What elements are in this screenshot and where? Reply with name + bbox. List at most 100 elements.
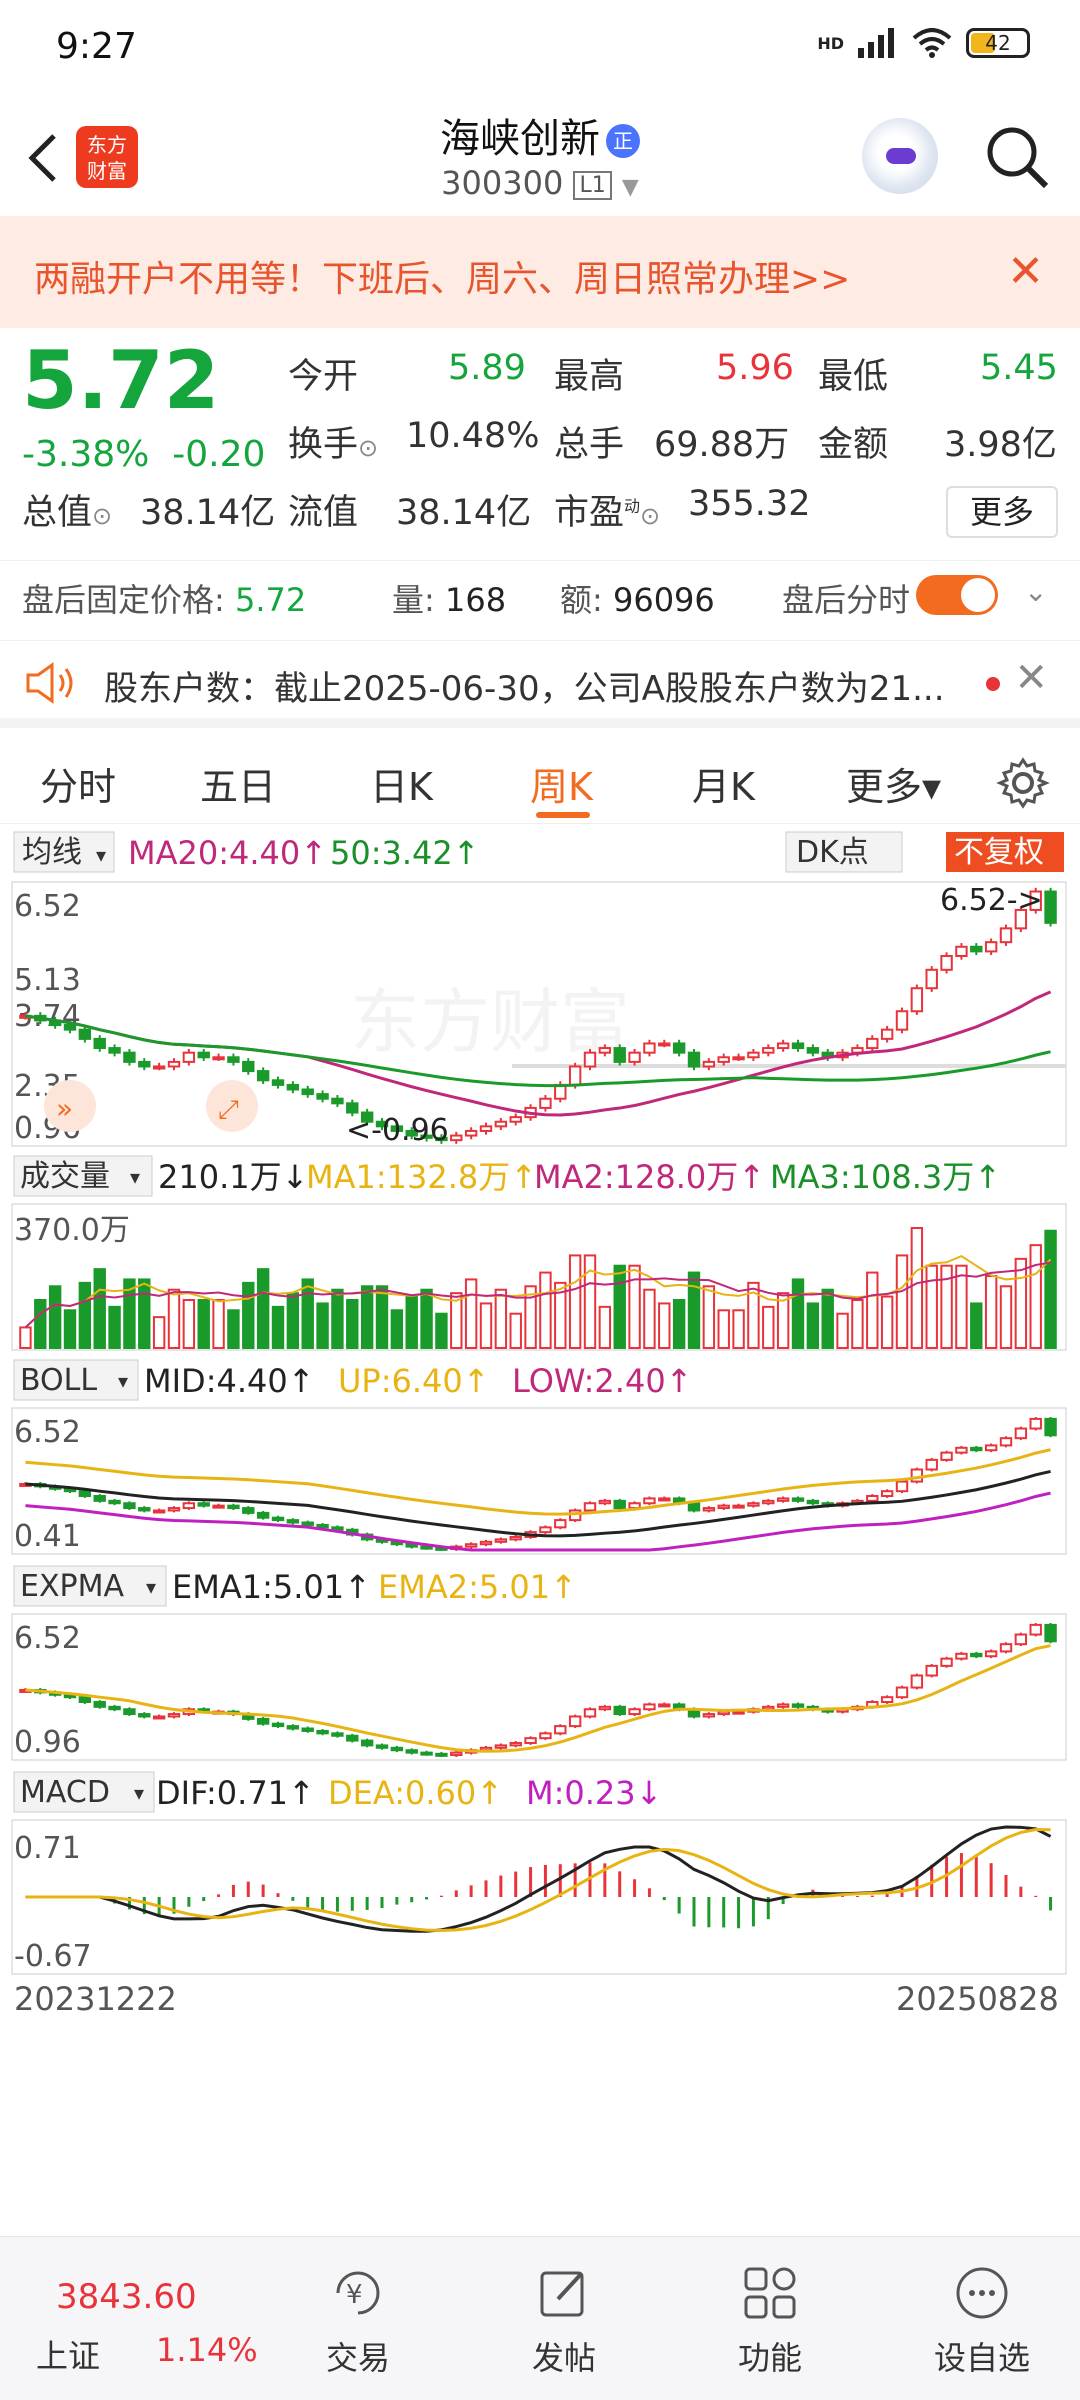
zheng-badge: 正	[606, 124, 640, 158]
vol-ma2: MA2:128.0万↑	[534, 1158, 765, 1196]
candle-body	[925, 968, 938, 990]
volume-bar	[48, 1285, 62, 1349]
volume-bar	[405, 1295, 418, 1350]
index-pct[interactable]: 1.14%	[156, 2331, 258, 2369]
last-price: 5.72	[22, 334, 220, 427]
index-value[interactable]: 3843.60	[56, 2277, 197, 2317]
robot-avatar[interactable]	[862, 118, 938, 194]
volume-bar	[583, 1254, 597, 1349]
kline-chart[interactable]: 均线 ▾ MA20:4.40↑ 50:3.42↑ DK点 不复权 东方财富 6.…	[0, 826, 1080, 2206]
banner-text[interactable]: 两融开户不用等！下班后、周六、周日照常办理>>	[34, 250, 850, 302]
macd-y-top: 0.71	[14, 1831, 81, 1866]
tab-more[interactable]: 更多▾	[846, 756, 941, 811]
expma-y-top: 6.52	[14, 1621, 81, 1656]
volume-bar	[836, 1312, 849, 1350]
candle-body	[301, 1088, 314, 1096]
candle-body	[658, 1703, 671, 1708]
amount-label: 金额	[818, 425, 889, 465]
wifi-icon	[912, 28, 952, 58]
candle-body	[108, 1705, 121, 1711]
ma-select[interactable]: 均线	[22, 835, 82, 870]
volume-bar	[227, 1309, 240, 1349]
volume-bar	[242, 1281, 255, 1350]
candle-body	[940, 954, 953, 971]
volume-bar	[108, 1305, 121, 1350]
unread-dot	[986, 677, 1000, 691]
tab-intraday[interactable]: 分时	[40, 756, 116, 811]
candle-body	[598, 1047, 612, 1054]
volume-bar	[93, 1268, 106, 1349]
volume-bar	[182, 1299, 196, 1349]
expma-select[interactable]: EXPMA	[20, 1569, 124, 1604]
vol-select[interactable]: 成交量	[20, 1159, 110, 1194]
candle-body	[167, 1507, 181, 1512]
open-label: 今开	[288, 357, 359, 397]
candle-body	[182, 1051, 196, 1063]
volume-bar	[628, 1264, 641, 1350]
tab-daily-k[interactable]: 日K	[370, 756, 433, 811]
promo-banner[interactable]: 两融开户不用等！下班后、周六、周日照常办理>> ✕	[0, 216, 1080, 328]
candle-body	[895, 1010, 909, 1031]
volume-bar	[301, 1278, 314, 1349]
volume-bar	[420, 1288, 433, 1350]
tab-weekly-k[interactable]: 周K	[530, 756, 593, 811]
mcap-value: 38.14亿	[140, 493, 276, 533]
candle-body	[539, 1526, 552, 1534]
volume-bar	[984, 1275, 998, 1349]
candle-body	[940, 1451, 953, 1461]
candle-body	[108, 1047, 121, 1054]
candle-body	[940, 1657, 953, 1667]
candle-body	[78, 1696, 92, 1704]
notice-text[interactable]: 股东户数：截止2025-06-30，公司A股股东户数为21...	[104, 661, 964, 710]
candle-body	[717, 1504, 730, 1510]
candle-body	[316, 1523, 329, 1529]
index-name[interactable]: 上证	[36, 2331, 100, 2377]
candle-body	[182, 1502, 196, 1510]
volume-bar	[910, 1227, 924, 1349]
candle-body	[732, 1504, 745, 1509]
candle-body	[301, 1521, 314, 1526]
volume-bar	[672, 1299, 686, 1349]
volume-bar	[212, 1299, 225, 1349]
candle-body	[1014, 1427, 1028, 1440]
svg-text:»: »	[56, 1092, 73, 1125]
ema1: EMA1:5.01↑	[172, 1568, 371, 1606]
status-bar: 9:27 HD 42	[0, 0, 1080, 100]
candle-body	[123, 1051, 136, 1063]
macd-select[interactable]: MACD	[20, 1775, 110, 1810]
candle-body	[331, 1732, 344, 1737]
low-label: 最低	[818, 357, 889, 397]
stock-name: 海峡创新	[440, 116, 600, 162]
dk-point[interactable]: DK点	[796, 835, 869, 870]
tab-five-day[interactable]: 五日	[200, 756, 276, 811]
search-icon[interactable]	[982, 122, 1052, 192]
notice-bar[interactable]: 股东户数：截止2025-06-30，公司A股股东户数为21... ✕	[0, 640, 1080, 728]
candle-body	[286, 1725, 300, 1730]
tab-monthly-k[interactable]: 月K	[692, 756, 755, 811]
candle-body	[628, 1708, 641, 1716]
volume-bar	[732, 1309, 745, 1349]
candle-body	[375, 1744, 389, 1749]
adjust-button[interactable]: 不复权	[954, 835, 1044, 870]
candle-body	[405, 1749, 418, 1754]
stock-header: 东方 财富 海峡创新正 300300 L1 ▼	[0, 100, 1080, 216]
candle-body	[256, 1717, 270, 1725]
boll-select[interactable]: BOLL	[20, 1363, 97, 1398]
more-button[interactable]: 更多	[946, 486, 1058, 538]
volume-bar	[955, 1264, 968, 1350]
close-icon[interactable]: ✕	[1007, 246, 1044, 297]
candle-body	[955, 1446, 968, 1454]
svg-text:▾: ▾	[130, 1165, 140, 1189]
candle-body	[316, 1093, 329, 1100]
date-end: 20250828	[896, 1980, 1059, 2018]
gear-icon[interactable]	[996, 756, 1050, 810]
vol-ma1: MA1:132.8万↑	[306, 1158, 537, 1196]
after-hours-toggle[interactable]	[916, 575, 998, 615]
chevron-down-icon[interactable]: ⌄	[1024, 575, 1047, 608]
candle-body	[895, 1480, 909, 1493]
candle-body	[880, 1028, 894, 1040]
candle-body	[242, 1060, 255, 1073]
close-icon[interactable]: ✕	[1014, 655, 1048, 701]
volume-bar	[568, 1254, 582, 1349]
turnover-value: 10.48%	[406, 416, 540, 456]
